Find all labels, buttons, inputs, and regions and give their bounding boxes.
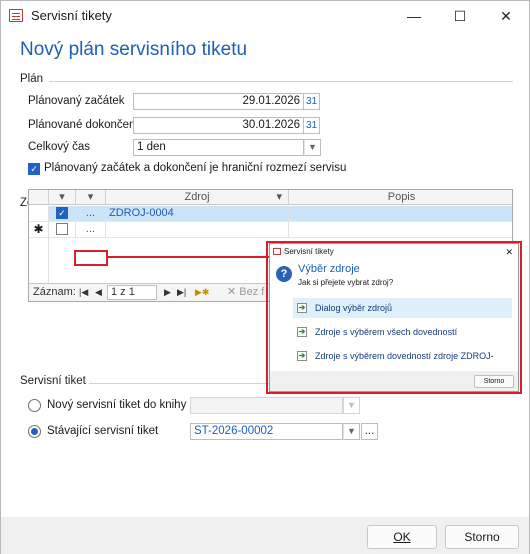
popup-question: Jak si přejete vybrat zdroj? bbox=[298, 278, 394, 287]
popup-title-bar: Servisní tikety ✕ bbox=[270, 244, 518, 260]
highlight-connector bbox=[108, 256, 270, 258]
end-label: Plánované dokončení bbox=[28, 119, 139, 131]
row1-check-cell[interactable]: ✓ bbox=[49, 206, 76, 222]
go-arrow-icon: ➔ bbox=[297, 303, 307, 313]
minimize-button[interactable]: — bbox=[391, 1, 437, 31]
option-dialog-resources[interactable]: ➔ Dialog výběr zdrojů bbox=[293, 298, 512, 318]
option-all-skills[interactable]: ➔ Zdroje s výběrem všech dovedností bbox=[293, 322, 512, 342]
option-all-skills-label: Zdroje s výběrem všech dovedností bbox=[315, 327, 458, 337]
popup-close-icon[interactable]: ✕ bbox=[505, 244, 513, 260]
option-dialog-resources-label: Dialog výběr zdrojů bbox=[315, 303, 393, 313]
prev-record-icon[interactable]: ◀ bbox=[95, 284, 102, 301]
header-dropdown-icon[interactable]: ▾ bbox=[276, 190, 282, 204]
existing-ticket-dropdown-icon[interactable]: ▼ bbox=[343, 423, 360, 440]
new-ticket-radio[interactable] bbox=[28, 399, 41, 412]
grid-header-desc[interactable]: Popis bbox=[289, 190, 512, 205]
maximize-button[interactable]: ☐ bbox=[437, 1, 483, 31]
close-button[interactable]: ✕ bbox=[483, 1, 529, 31]
popup-app-icon bbox=[273, 248, 281, 255]
row2-check-cell[interactable] bbox=[49, 222, 76, 238]
row2-resource[interactable] bbox=[106, 222, 289, 238]
total-time-dropdown-icon[interactable]: ▼ bbox=[304, 139, 321, 156]
popup-heading: Výběr zdroje bbox=[298, 263, 360, 275]
row2-checkbox[interactable] bbox=[56, 223, 68, 235]
new-row-marker: ✱ bbox=[29, 222, 49, 238]
row2-desc[interactable] bbox=[289, 222, 512, 238]
existing-ticket-label: Stávající servisní tiket bbox=[47, 425, 159, 437]
popup-footer: Storno bbox=[270, 371, 518, 391]
grid-header-check[interactable]: ▾ bbox=[49, 190, 76, 205]
row2-dots-button[interactable]: ... bbox=[76, 222, 106, 238]
app-icon bbox=[9, 9, 23, 22]
new-ticket-label: Nový servisní tiket do knihy bbox=[47, 399, 187, 411]
row1-desc[interactable] bbox=[289, 206, 512, 222]
row1-dots-button[interactable]: ... bbox=[76, 206, 106, 222]
cancel-button[interactable]: Storno bbox=[445, 525, 519, 549]
plan-group-label: Plán bbox=[20, 73, 44, 85]
row1-resource[interactable]: ZDROJ-0004 bbox=[106, 206, 289, 222]
filter-label: Bez f bbox=[239, 286, 265, 298]
start-calendar-button[interactable]: 31 bbox=[304, 93, 320, 110]
end-calendar-button[interactable]: 31 bbox=[304, 117, 320, 134]
ok-button[interactable]: OK bbox=[367, 525, 437, 549]
next-record-icon[interactable]: ▶ bbox=[164, 284, 171, 301]
filter-status[interactable]: ✕ Bez f bbox=[227, 284, 264, 301]
window-title: Servisní tikety bbox=[31, 8, 112, 23]
row-selector[interactable] bbox=[29, 206, 49, 222]
main-window: Servisní tikety — ☐ ✕ Nový plán servisní… bbox=[0, 0, 530, 554]
start-date-field[interactable]: 29.01.2026 bbox=[133, 93, 304, 110]
question-icon: ? bbox=[276, 266, 292, 282]
go-arrow-icon: ➔ bbox=[297, 351, 307, 361]
boundary-checkbox[interactable]: ✓ bbox=[28, 163, 40, 175]
option-resource-skills[interactable]: ➔ Zdroje s výběrem dovedností zdroje ZDRO… bbox=[293, 346, 512, 381]
first-record-icon[interactable]: |◀ bbox=[79, 284, 88, 301]
new-ticket-dropdown-icon[interactable]: ▼ bbox=[343, 397, 360, 414]
popup-title: Servisní tikety bbox=[284, 247, 334, 256]
highlight-dots-cell bbox=[74, 250, 108, 266]
record-position[interactable]: 1 z 1 bbox=[107, 285, 157, 300]
start-label: Plánovaný začátek bbox=[28, 95, 125, 107]
end-date-field[interactable]: 30.01.2026 bbox=[133, 117, 304, 134]
row1-checkbox[interactable]: ✓ bbox=[56, 207, 68, 219]
grid-header-dots[interactable]: ▾ bbox=[76, 190, 106, 205]
existing-ticket-browse-button[interactable]: ... bbox=[361, 423, 378, 440]
existing-ticket-select[interactable]: ST-2026-00002 bbox=[190, 423, 343, 440]
grid-header-resource[interactable]: Zdroj ▾ bbox=[106, 190, 289, 205]
total-time-select[interactable]: 1 den bbox=[133, 139, 304, 156]
resource-choice-dialog: Servisní tikety ✕ ? Výběr zdroje Jak si … bbox=[269, 243, 519, 392]
new-record-icon[interactable]: ▶✱ bbox=[195, 284, 209, 301]
existing-ticket-radio[interactable] bbox=[28, 425, 41, 438]
ticket-group-label: Servisní tiket bbox=[20, 375, 86, 387]
go-arrow-icon: ➔ bbox=[297, 327, 307, 337]
new-ticket-book-select[interactable] bbox=[190, 397, 343, 414]
last-record-icon[interactable]: ▶| bbox=[177, 284, 186, 301]
record-label: Záznam: bbox=[33, 286, 76, 298]
title-bar: Servisní tikety — ☐ ✕ bbox=[1, 1, 529, 31]
popup-cancel-button[interactable]: Storno bbox=[474, 375, 514, 388]
grid-gutter bbox=[29, 238, 49, 284]
total-time-label: Celkový čas bbox=[28, 141, 90, 153]
page-title: Nový plán servisního tiketu bbox=[20, 39, 248, 60]
plan-divider bbox=[49, 81, 513, 82]
dialog-footer: OK Storno bbox=[1, 517, 529, 554]
boundary-checkbox-label: Plánovaný začátek a dokončení je hraničn… bbox=[44, 162, 347, 174]
grid-header-resource-label: Zdroj bbox=[184, 191, 210, 203]
filter-icon: ✕ bbox=[227, 286, 237, 298]
grid-corner bbox=[29, 190, 49, 205]
